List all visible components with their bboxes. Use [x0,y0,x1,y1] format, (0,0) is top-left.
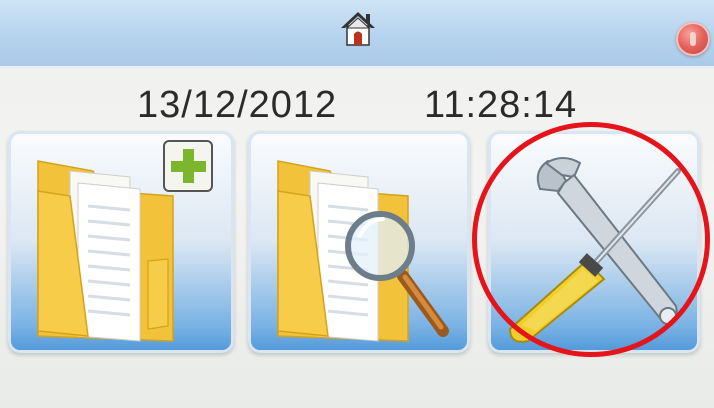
folder-search-icon [277,160,449,342]
highlight-circle [472,122,710,357]
power-icon [690,32,696,46]
current-time: 11:28:14 [424,84,578,126]
home-icon [341,12,375,46]
top-bar [0,0,714,69]
new-record-tile[interactable] [8,131,234,353]
current-date: 13/12/2012 [137,84,338,126]
power-button[interactable] [676,22,710,56]
search-record-tile[interactable] [248,131,470,353]
folder-add-icon [37,140,213,342]
home-button[interactable] [339,8,377,48]
